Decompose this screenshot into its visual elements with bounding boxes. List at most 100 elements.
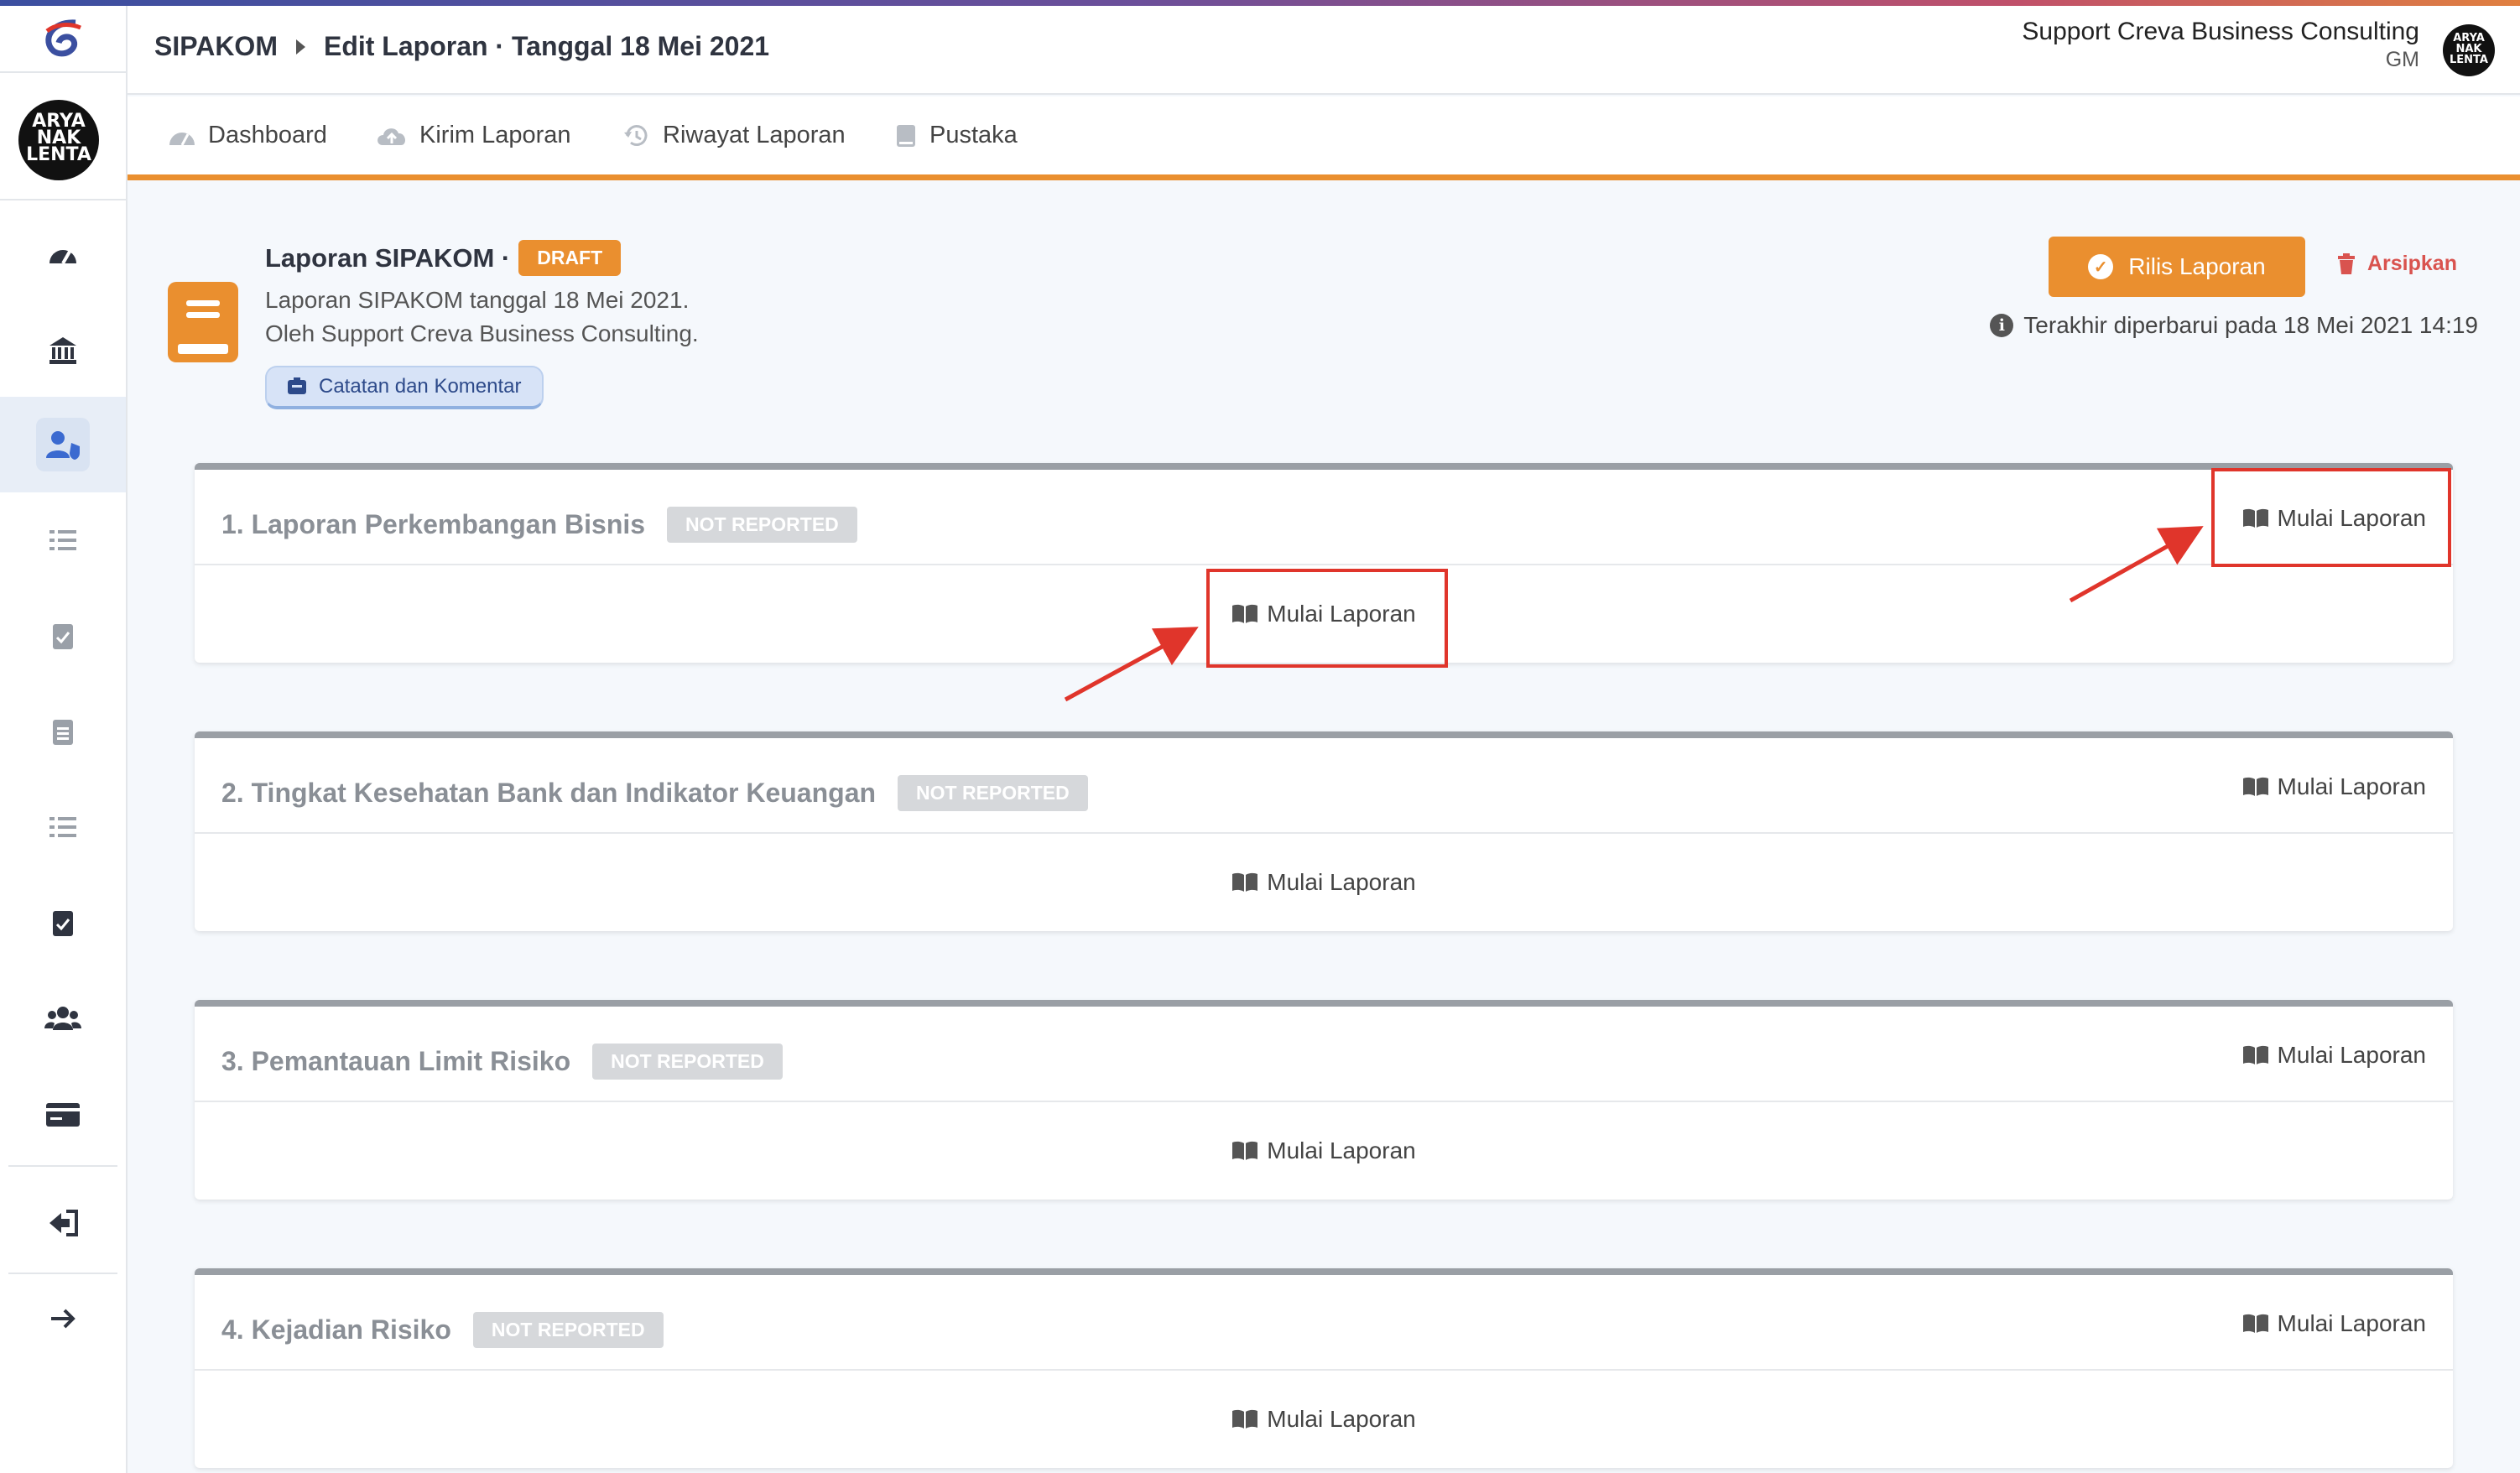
sidebar-item-expand[interactable]	[0, 1271, 126, 1366]
archive-button[interactable]: Arsipkan	[2337, 252, 2457, 276]
report-section-card: 3. Pemantauan Limit Risiko NOT REPORTED …	[195, 1000, 2453, 1200]
app-logo-icon	[45, 19, 81, 57]
tab-label: Riwayat Laporan	[663, 122, 846, 148]
start-report-button[interactable]: Mulai Laporan	[2242, 773, 2426, 800]
report-description-line: Oleh Support Creva Business Consulting.	[265, 320, 699, 346]
section-title-text: 1. Laporan Perkembangan Bisnis	[221, 509, 646, 539]
active-indicator	[36, 418, 90, 471]
tab-dashboard[interactable]: Dashboard	[168, 122, 327, 149]
app-logo[interactable]	[0, 6, 126, 73]
clipboard-list-icon	[53, 720, 73, 745]
tab-bar-accent	[128, 174, 2520, 180]
sidebar-item-bank[interactable]	[0, 303, 126, 398]
check-circle-icon: ✓	[2088, 254, 2114, 279]
tab-label: Dashboard	[208, 122, 327, 148]
task-list-icon	[49, 817, 76, 837]
top-header: SIPAKOM Edit Laporan · Tanggal 18 Mei 20…	[128, 6, 2520, 95]
sidebar-item-tasks[interactable]	[0, 492, 126, 588]
cloud-upload-icon	[377, 128, 406, 145]
notes-comments-label: Catatan dan Komentar	[319, 375, 522, 398]
report-section-card: 2. Tingkat Kesehatan Bank dan Indikator …	[195, 731, 2453, 931]
sidebar-item-logout[interactable]	[0, 1175, 126, 1271]
section-header: 4. Kejadian Risiko NOT REPORTED Mulai La…	[195, 1275, 2453, 1371]
open-book-icon	[1232, 1141, 1258, 1160]
open-book-icon	[2242, 1314, 2268, 1333]
user-shield-icon	[46, 431, 80, 460]
tab-kirim-laporan[interactable]: Kirim Laporan	[376, 122, 571, 149]
sidebar: ARYA NAK LENTA	[0, 6, 128, 1473]
last-updated-text: Terakhir diperbarui pada 18 Mei 2021 14:…	[2023, 312, 2478, 338]
start-report-label: Mulai Laporan	[1267, 869, 1416, 895]
tab-pustaka[interactable]: Pustaka	[894, 122, 1018, 149]
sidebar-item-clipboard-check[interactable]	[0, 588, 126, 684]
sidebar-divider	[8, 1165, 117, 1167]
start-report-label: Mulai Laporan	[1267, 1406, 1416, 1432]
book-icon	[897, 124, 915, 147]
start-report-link[interactable]: Mulai Laporan	[195, 834, 2453, 931]
avatar[interactable]: ARYA NAK LENTA	[2443, 24, 2495, 76]
comment-box-icon	[288, 377, 306, 394]
start-report-label: Mulai Laporan	[2277, 1042, 2426, 1068]
report-description-line: Laporan SIPAKOM tanggal 18 Mei 2021.	[265, 287, 690, 313]
history-icon	[624, 124, 648, 146]
open-book-icon	[1232, 1409, 1258, 1429]
bank-icon	[49, 337, 76, 364]
section-title-text: 2. Tingkat Kesehatan Bank dan Indikator …	[221, 778, 877, 808]
start-report-button[interactable]: Mulai Laporan	[2242, 1042, 2426, 1069]
breadcrumb-root[interactable]: SIPAKOM	[154, 31, 278, 62]
sidebar-item-clipboard-check-2[interactable]	[0, 875, 126, 971]
info-icon: i	[1990, 314, 2014, 337]
credit-card-icon	[46, 1103, 80, 1127]
clipboard-check-icon	[53, 624, 73, 649]
sidebar-item-card[interactable]	[0, 1066, 126, 1162]
section-title: 1. Laporan Perkembangan Bisnis NOT REPOR…	[221, 507, 857, 543]
start-report-button[interactable]: Mulai Laporan	[2242, 1310, 2426, 1337]
sidebar-item-clipboard-list[interactable]	[0, 684, 126, 779]
top-accent-line	[0, 0, 2520, 6]
report-title: Laporan SIPAKOM · DRAFT	[265, 240, 622, 276]
tachometer-icon	[49, 250, 76, 264]
release-report-button[interactable]: ✓ Rilis Laporan	[2049, 237, 2305, 297]
open-book-icon	[2242, 777, 2268, 796]
page-title: Edit Laporan · Tanggal 18 Mei 2021	[323, 31, 770, 61]
section-title-text: 4. Kejadian Risiko	[221, 1314, 451, 1345]
sidebar-profile: ARYA NAK LENTA	[0, 75, 126, 200]
archive-label: Arsipkan	[2367, 252, 2457, 275]
section-header: 3. Pemantauan Limit Risiko NOT REPORTED …	[195, 1007, 2453, 1102]
open-book-icon	[1232, 872, 1258, 892]
tab-label: Pustaka	[929, 122, 1018, 148]
annotation-highlight-box	[2211, 468, 2451, 567]
sidebar-item-tasks-2[interactable]	[0, 779, 126, 875]
open-book-icon	[2242, 1045, 2268, 1064]
report-section-card: 4. Kejadian Risiko NOT REPORTED Mulai La…	[195, 1268, 2453, 1468]
trash-icon	[2338, 252, 2355, 274]
sidebar-item-group[interactable]	[0, 971, 126, 1066]
start-report-label: Mulai Laporan	[2277, 1310, 2426, 1336]
sidebar-item-users[interactable]	[0, 397, 126, 492]
clipboard-check-icon	[53, 911, 73, 936]
section-header: 2. Tingkat Kesehatan Bank dan Indikator …	[195, 738, 2453, 834]
dashboard-icon	[169, 132, 195, 146]
report-title-text: Laporan SIPAKOM ·	[265, 242, 511, 273]
start-report-label: Mulai Laporan	[2277, 773, 2426, 799]
status-badge: NOT REPORTED	[667, 507, 857, 543]
section-title: 2. Tingkat Kesehatan Bank dan Indikator …	[221, 775, 1088, 811]
user-role: GM	[2385, 48, 2419, 71]
task-list-icon	[49, 530, 76, 550]
last-updated: i Terakhir diperbarui pada 18 Mei 2021 1…	[1990, 312, 2478, 339]
tab-label: Kirim Laporan	[419, 122, 571, 148]
user-info[interactable]: Support Creva Business Consulting GM	[2022, 18, 2419, 72]
report-description: Laporan SIPAKOM tanggal 18 Mei 2021. Ole…	[265, 284, 699, 351]
report-book-icon	[168, 282, 238, 362]
section-title: 4. Kejadian Risiko NOT REPORTED	[221, 1312, 664, 1348]
notes-comments-button[interactable]: Catatan dan Komentar	[265, 366, 544, 409]
arrow-right-icon	[51, 1309, 75, 1329]
tab-bar: Dashboard Kirim Laporan Riwayat Laporan …	[128, 96, 2520, 179]
tab-riwayat-laporan[interactable]: Riwayat Laporan	[622, 122, 846, 149]
sidebar-item-dashboard[interactable]	[0, 207, 126, 303]
avatar[interactable]: ARYA NAK LENTA	[18, 100, 99, 180]
start-report-link[interactable]: Mulai Laporan	[195, 1102, 2453, 1200]
sign-out-icon	[49, 1210, 78, 1236]
status-badge: NOT REPORTED	[472, 1312, 664, 1348]
start-report-link[interactable]: Mulai Laporan	[195, 1371, 2453, 1468]
